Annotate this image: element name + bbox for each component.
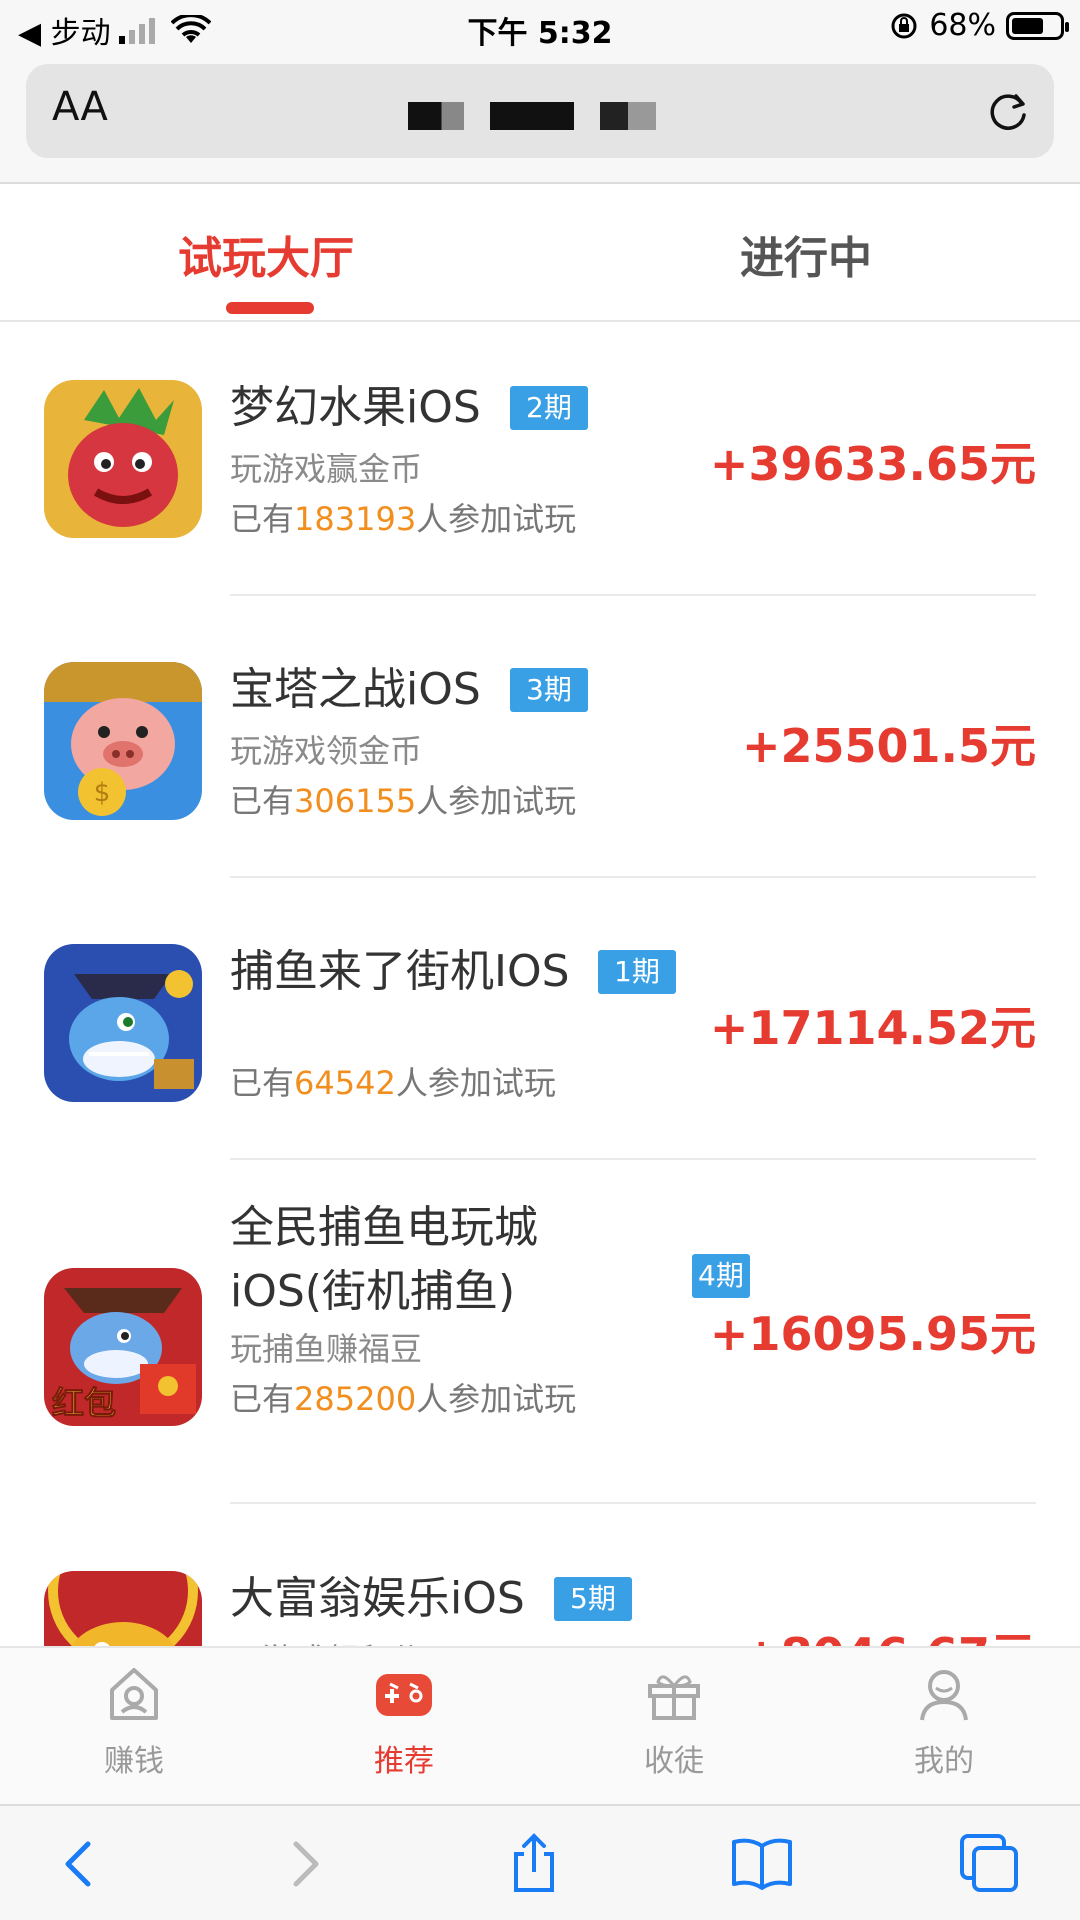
bottom-tab-bar: 赚钱 推荐 收徒 我的 xyxy=(0,1646,1080,1804)
bookmarks-icon[interactable] xyxy=(730,1832,794,1896)
active-tab-indicator xyxy=(226,302,314,314)
share-icon[interactable] xyxy=(502,1832,566,1896)
reward-amount: +17114.52元 xyxy=(709,1001,1036,1055)
period-badge: 2期 xyxy=(510,386,588,430)
status-right: 68% xyxy=(889,8,1069,43)
players-count: 已有64542人参加试玩 xyxy=(230,1064,556,1102)
rotation-lock-icon xyxy=(891,13,917,38)
divider xyxy=(230,594,1036,596)
svg-text:$: $ xyxy=(94,778,111,808)
tabs-icon[interactable] xyxy=(958,1832,1022,1896)
nav-earn[interactable]: 赚钱 xyxy=(64,1662,204,1780)
redacted-url xyxy=(408,102,656,130)
game-subtitle: 玩游戏领金币 xyxy=(230,732,423,770)
period-badge: 3期 xyxy=(510,668,588,712)
pig-game-icon: $ xyxy=(44,662,202,820)
nav-label: 推荐 xyxy=(374,1744,434,1779)
game-subtitle: 玩捕鱼赚福豆 xyxy=(230,1330,423,1368)
redpacket-shark-icon: 红包 xyxy=(44,1268,202,1426)
nav-label: 赚钱 xyxy=(104,1744,164,1779)
nav-mine[interactable]: 我的 xyxy=(874,1662,1014,1780)
earn-icon xyxy=(110,1668,158,1720)
profile-icon xyxy=(920,1670,968,1721)
redacted-block xyxy=(408,102,464,130)
back-icon[interactable] xyxy=(48,1832,112,1896)
list-item[interactable]: $ 宝塔之战iOS 3期 玩游戏领金币 已有306155人参加试玩 +25501… xyxy=(0,606,1080,888)
game-list: 梦幻水果iOS 2期 玩游戏赢金币 已有183193人参加试玩 +39633.6… xyxy=(0,324,1080,1646)
reload-icon[interactable] xyxy=(986,88,1032,134)
players-count: 已有306155人参加试玩 xyxy=(230,782,577,820)
battery-percentage: 68% xyxy=(929,8,996,43)
forward-icon[interactable] xyxy=(272,1832,336,1896)
gift-icon xyxy=(648,1675,700,1720)
game-subtitle: 玩游戏领积分 xyxy=(230,1635,422,1646)
fruit-game-icon xyxy=(44,380,202,538)
tab-bar: 试玩大厅 进行中 xyxy=(0,184,1080,322)
period-badge: 4期 xyxy=(692,1254,750,1298)
goldfish-game-icon xyxy=(44,1571,202,1646)
game-name: 大富翁娱乐iOS xyxy=(230,1573,525,1624)
reward-amount: +25501.5元 xyxy=(741,719,1036,773)
nav-recommend[interactable]: 推荐 xyxy=(334,1662,474,1780)
reward-amount: +8046.67元 xyxy=(742,1619,1036,1646)
svg-text:红包: 红包 xyxy=(52,1384,116,1422)
period-badge: 1期 xyxy=(598,950,676,994)
tab-trial-hall[interactable]: 试玩大厅 xyxy=(178,222,354,286)
list-item[interactable]: 捕鱼来了街机IOS 1期 已有64542人参加试玩 +17114.52元 xyxy=(0,888,1080,1170)
period-badge: 5期 xyxy=(554,1577,632,1621)
divider xyxy=(230,876,1036,878)
game-subtitle: 玩游戏赢金币 xyxy=(230,450,423,488)
list-item[interactable]: 红包 全民捕鱼电玩城 iOS(街机捕鱼) 4期 玩捕鱼赚福豆 已有285200人… xyxy=(0,1170,1080,1515)
reward-amount: +16095.95元 xyxy=(709,1307,1036,1361)
address-bar[interactable]: AA xyxy=(26,64,1054,158)
divider xyxy=(230,1158,1036,1160)
nav-label: 我的 xyxy=(914,1744,974,1779)
players-count: 已有285200人参加试玩 xyxy=(230,1380,577,1418)
gamepad-icon xyxy=(376,1674,432,1716)
battery-level xyxy=(1012,17,1044,34)
shark-game-icon xyxy=(44,944,202,1102)
game-name-line2: iOS(街机捕鱼) xyxy=(230,1266,516,1317)
players-count: 已有183193人参加试玩 xyxy=(230,500,577,538)
safari-toolbar xyxy=(0,1804,1080,1920)
battery-icon xyxy=(1006,11,1069,40)
nav-label: 收徒 xyxy=(644,1744,704,1779)
game-name: 捕鱼来了街机IOS xyxy=(230,946,570,997)
divider xyxy=(230,1502,1036,1504)
tab-in-progress[interactable]: 进行中 xyxy=(740,222,872,286)
list-item[interactable]: 大富翁娱乐iOS 5期 玩游戏领积分 +8046.67元 xyxy=(0,1515,1080,1646)
game-name-line1: 全民捕鱼电玩城 xyxy=(230,1202,538,1253)
reward-amount: +39633.65元 xyxy=(709,437,1036,491)
status-bar: ◀ 步动 下午 5:32 68% xyxy=(0,0,1080,54)
browser-address-area: AA xyxy=(0,54,1080,184)
redacted-block xyxy=(600,102,656,130)
text-size-button[interactable]: AA xyxy=(52,84,108,130)
nav-apprentice[interactable]: 收徒 xyxy=(604,1662,744,1780)
game-name: 梦幻水果iOS xyxy=(230,382,481,433)
list-item[interactable]: 梦幻水果iOS 2期 玩游戏赢金币 已有183193人参加试玩 +39633.6… xyxy=(0,324,1080,606)
game-name: 宝塔之战iOS xyxy=(230,664,481,715)
redacted-block xyxy=(490,102,574,130)
